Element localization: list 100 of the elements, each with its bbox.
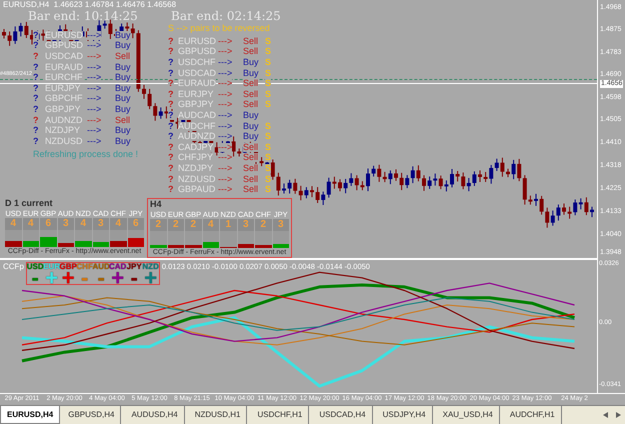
- strength-value: 4: [202, 219, 219, 231]
- question-mark: ?: [33, 104, 38, 114]
- sign-marker: -: [130, 271, 138, 284]
- chart-tab[interactable]: AUDCHF,H1: [504, 406, 562, 424]
- arrow-text: --->: [218, 79, 232, 88]
- signal-text: Buy: [243, 110, 259, 120]
- sign-marker: +: [111, 271, 124, 284]
- reverse-flag-label: S: [265, 132, 272, 142]
- pair-name: EURAUD: [45, 62, 84, 72]
- chart-tab[interactable]: GBPUSD,H4: [62, 406, 122, 424]
- arrow-text: --->: [218, 185, 232, 194]
- reverse-flag-label: S: [265, 153, 272, 162]
- signal-text: Buy: [115, 30, 131, 40]
- signal-text: Sell: [243, 153, 258, 162]
- indicator-name: CCFp: [3, 262, 24, 272]
- arrow-text: --->: [218, 110, 232, 120]
- chart-header: EURUSD,H4 1.46623 1.46784 1.46476 1.46568: [3, 1, 176, 9]
- pair-name: NZDJPY: [45, 126, 80, 136]
- question-mark: ?: [168, 153, 174, 162]
- pair-name: EURCHF: [45, 73, 82, 82]
- currency-label: CAD: [108, 263, 126, 271]
- pair-name: GBPJPY: [45, 104, 81, 114]
- currency-label: AUD: [92, 263, 110, 271]
- signal-text: Sell: [243, 90, 258, 99]
- chart-tab[interactable]: AUDUSD,H4: [125, 406, 185, 424]
- signal-text: Buy: [115, 62, 131, 72]
- pair-name: AUDCHF: [178, 122, 216, 131]
- arrow-text: --->: [218, 36, 232, 46]
- arrow-text: --->: [218, 132, 232, 142]
- arrow-text: --->: [218, 68, 232, 78]
- question-mark: ?: [168, 47, 174, 56]
- strength-value: 2: [150, 219, 166, 231]
- strength-value: 2: [168, 219, 184, 231]
- chart-tab[interactable]: USDJPY,H4: [376, 406, 433, 424]
- strength-value: 2: [255, 219, 272, 231]
- chart-tab[interactable]: EURUSD,H4: [0, 406, 60, 424]
- arrow-text: --->: [218, 122, 232, 131]
- chart-tab[interactable]: XAU_USD,H4: [436, 406, 500, 424]
- question-mark: ?: [168, 58, 174, 67]
- pair-name: EURAUD: [178, 79, 216, 88]
- signal-text: Buy: [115, 126, 131, 136]
- strength-value: 6: [40, 218, 56, 230]
- signal-text: Sell: [243, 185, 258, 194]
- arrow-text: --->: [218, 174, 232, 184]
- question-mark: ?: [168, 110, 174, 120]
- arrow-text: --->: [218, 142, 232, 152]
- scroll-left-icon[interactable]: [603, 412, 608, 418]
- scroll-right-icon[interactable]: [616, 412, 621, 418]
- question-mark: ?: [33, 62, 38, 72]
- strength-value: 4: [75, 218, 92, 230]
- strength-value: 3: [92, 218, 109, 230]
- pair-name: CADJPY: [178, 142, 214, 152]
- signal-text: Buy: [115, 41, 131, 50]
- arrow-text: --->: [218, 153, 232, 162]
- chart-tab[interactable]: USDCAD,H4: [313, 406, 373, 424]
- signal-text: Sell: [115, 116, 130, 125]
- sign-marker: -: [80, 271, 88, 284]
- chart-tab[interactable]: NZDUSD,H1: [188, 406, 248, 424]
- question-mark: ?: [168, 90, 174, 99]
- bar-end-timer: Bar end: 10:14:25: [28, 10, 138, 22]
- arrow-text: --->: [87, 41, 102, 50]
- signal-text: Buy: [243, 132, 259, 142]
- question-mark: ?: [168, 142, 174, 152]
- question-mark: ?: [33, 126, 38, 136]
- reverse-legend: S --> pairs to be reversed: [168, 24, 270, 36]
- pair-name: GBPAUD: [178, 185, 216, 194]
- signal-text: Buy: [243, 58, 259, 67]
- signal-text: Buy: [115, 73, 131, 82]
- signal-text: Sell: [243, 142, 258, 152]
- pair-name: NZDUSD: [45, 136, 82, 146]
- question-mark: ?: [168, 174, 174, 184]
- sign-marker: +: [62, 271, 75, 284]
- question-mark: ?: [168, 122, 174, 131]
- sign-marker: -: [97, 271, 105, 284]
- reverse-flag-label: S: [265, 90, 272, 99]
- pair-name: CHFJPY: [178, 153, 214, 162]
- question-mark: ?: [33, 30, 38, 40]
- sign-marker: -: [31, 271, 39, 284]
- strength-value: 4: [5, 218, 22, 230]
- reverse-flag-label: S: [265, 122, 272, 131]
- question-mark: ?: [168, 36, 174, 46]
- reverse-flag-label: S: [265, 100, 272, 110]
- chart-tab[interactable]: USDCHF,H1: [251, 406, 310, 424]
- pair-name: EURJPY: [178, 90, 214, 99]
- pair-name: USDCHF: [178, 58, 216, 67]
- signal-text: Sell: [243, 79, 258, 88]
- signal-text: Sell: [243, 47, 258, 56]
- arrow-text: --->: [218, 58, 232, 67]
- signal-text: Buy: [243, 68, 259, 78]
- strength-value: 6: [128, 218, 144, 230]
- pair-name: NZDUSD: [178, 174, 216, 184]
- pair-name: AUDCAD: [178, 110, 216, 120]
- sign-marker: +: [144, 271, 158, 284]
- currency-label: EUR: [43, 263, 60, 271]
- question-mark: ?: [168, 79, 174, 88]
- signal-text: Sell: [243, 100, 258, 110]
- arrow-text: --->: [87, 104, 102, 114]
- pair-name: EURUSD: [45, 30, 84, 40]
- pair-name: GBPUSD: [45, 41, 84, 50]
- reverse-flag-label: S: [265, 164, 272, 173]
